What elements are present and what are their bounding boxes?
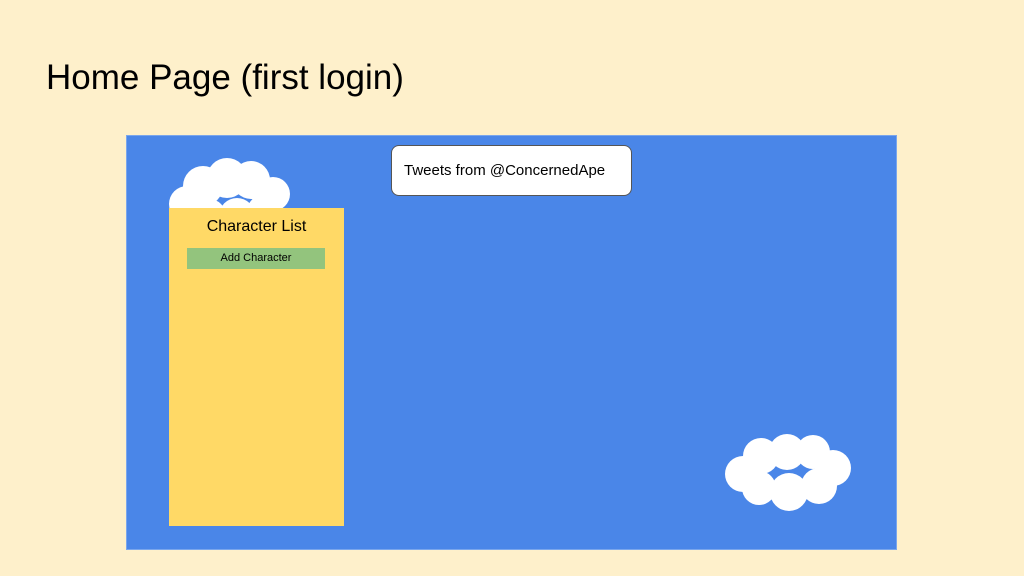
home-page-mockup: Character List Add Character Tweets from… xyxy=(126,135,897,550)
character-list-title: Character List xyxy=(206,218,307,235)
character-list-panel: Character List Add Character xyxy=(169,208,344,526)
cloud-icon xyxy=(725,434,851,511)
add-character-button[interactable]: Add Character xyxy=(187,248,325,269)
tweets-label: Tweets from @ConcernedApe xyxy=(404,162,606,179)
page-title: Home Page (first login) xyxy=(46,58,404,97)
tweets-widget[interactable]: Tweets from @ConcernedApe xyxy=(391,145,632,196)
slide: Home Page (first login) Character List A… xyxy=(0,0,1024,576)
